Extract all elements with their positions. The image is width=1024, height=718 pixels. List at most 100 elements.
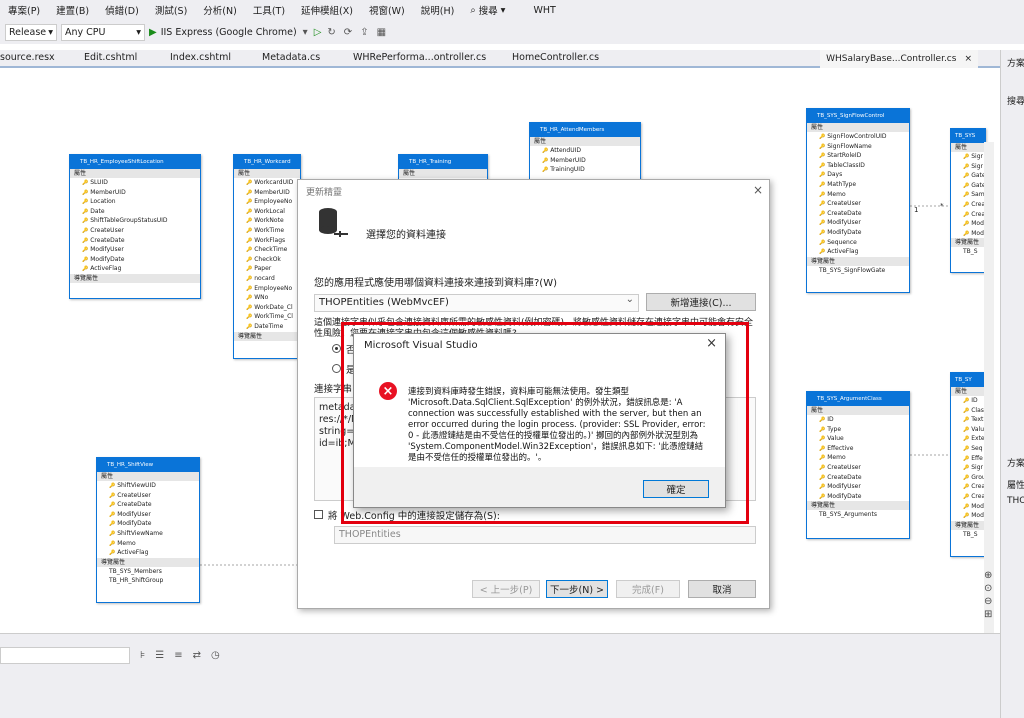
entity-property[interactable]: Sigr [951,152,985,162]
entity-property[interactable]: Sequence [807,238,909,248]
entity-property[interactable]: Memo [97,539,199,549]
menu-analyze[interactable]: 分析(N) [195,3,245,17]
tab-edit-cshtml[interactable]: Edit.cshtml [84,52,137,63]
next-button[interactable]: 下一步(N) > [546,580,608,598]
entity-navigation[interactable]: TB_S [951,530,985,540]
entity-property[interactable]: MemberUID [234,188,300,198]
entity-property[interactable]: ID [807,415,909,425]
list-icon[interactable]: ≡ [174,650,182,661]
new-connection-button[interactable]: 新增連接(C)... [646,293,756,311]
entity-property[interactable]: WorkFlags [234,236,300,246]
entity-navigation[interactable]: TB_SYS_Arguments [807,510,909,520]
entity-employee-shift-location[interactable]: TB_HR_EmployeeShiftLocation 屬性 SLUID Mem… [69,154,201,299]
ok-button[interactable]: 確定 [643,480,709,498]
entity-property[interactable]: CheckTime [234,245,300,255]
entity-argument-class[interactable]: TB_SYS_ArgumentClass 屬性 ID Type Value Ef… [806,391,910,539]
entity-sign-flow-control[interactable]: TB_SYS_SignFlowControl 屬性 SignFlowContro… [806,108,910,293]
entity-property[interactable]: ModifyDate [70,255,200,265]
entity-property[interactable]: ShiftViewName [97,529,199,539]
chevron-down-icon[interactable]: ▾ [301,27,310,38]
entity-property[interactable]: CreateDate [807,473,909,483]
entity-property[interactable]: Effe [951,454,985,464]
entity-property[interactable]: ShiftTableGroupStatusUID [70,216,200,226]
entity-property[interactable]: TrainingUID [530,165,640,175]
entity-attend-members[interactable]: TB_HR_AttendMembers 屬性 AttendUID MemberU… [529,122,641,182]
tab-whreperforma[interactable]: WHRePerforma...ontroller.cs [353,52,486,63]
entity-property[interactable]: ActiveFlag [97,548,199,558]
entity-property[interactable]: ShiftViewUID [97,481,199,491]
connection-name-input[interactable]: THOPEntities [334,526,756,544]
entity-property[interactable]: nocard [234,274,300,284]
entity-property[interactable]: ActiveFlag [807,247,909,257]
close-icon[interactable]: × [706,336,717,351]
entity-property[interactable]: Memo [807,453,909,463]
bottom-filter-input[interactable] [0,646,130,664]
zoom-in-icon[interactable]: ⊕ [984,570,998,581]
entity-property[interactable]: CheckOk [234,255,300,265]
entity-property[interactable]: ModifyUser [70,245,200,255]
entity-property[interactable]: CreateDate [97,500,199,510]
layout-icon[interactable]: ▦ [375,27,388,38]
entity-property[interactable]: ModifyUser [97,510,199,520]
entity-property[interactable]: Seq [951,444,985,454]
entity-property[interactable]: ModifyUser [807,482,909,492]
tab-metadata-cs[interactable]: Metadata.cs [262,52,320,63]
entity-property[interactable]: WorkNote [234,216,300,226]
publish-icon[interactable]: ⇪ [358,27,370,38]
entity-property[interactable]: Mod [951,229,985,239]
entity-property[interactable]: EmployeeNo [234,284,300,294]
entity-property[interactable]: ModifyDate [97,519,199,529]
entity-shift-view[interactable]: TB_HR_ShiftView 屬性 ShiftViewUID CreateUs… [96,457,200,603]
entity-property[interactable]: ModifyDate [807,228,909,238]
save-webconfig-checkbox[interactable] [314,510,323,519]
entity-property[interactable]: Clas [951,406,985,416]
back-button[interactable]: < 上一步(P) [472,580,540,598]
tab-source-resx[interactable]: source.resx [0,52,55,63]
entity-property[interactable]: WorkLocal [234,207,300,217]
entity-property[interactable]: Mod [951,219,985,229]
entity-property[interactable]: SLUID [70,178,200,188]
entity-property[interactable]: Mod [951,511,985,521]
entity-property[interactable]: WorkTime_Cl [234,312,300,322]
start-without-debug-icon[interactable]: ▷ [314,27,322,38]
zoom-100-icon[interactable]: ⊙ [984,583,998,594]
indent-icon[interactable]: ⊧ [140,650,145,661]
close-icon[interactable]: × [753,183,763,197]
entity-property[interactable]: Gate [951,171,985,181]
refresh-icon[interactable]: ⟳ [342,27,354,38]
tab-homecontroller[interactable]: HomeController.cs [512,52,599,63]
entity-property[interactable]: WorkDate_Cl [234,303,300,313]
tab-whsalarybase[interactable]: WHSalaryBase...Controller.cs × [820,50,978,68]
entity-property[interactable]: Exte [951,434,985,444]
entity-property[interactable]: ActiveFlag [70,264,200,274]
entity-property[interactable]: MemberUID [70,188,200,198]
radio-yes[interactable] [332,364,341,373]
entity-property[interactable]: ModifyDate [807,492,909,502]
entity-property[interactable]: StartRoleID [807,151,909,161]
entity-property[interactable]: Gate [951,181,985,191]
config-select[interactable]: Release ▾ [5,23,57,41]
entity-property[interactable]: Effective [807,444,909,454]
panel-search[interactable]: 搜尋 [1007,94,1024,107]
entity-property[interactable]: WorkcardUID [234,178,300,188]
platform-select[interactable]: Any CPU ▾ [61,23,145,41]
clock-icon[interactable]: ◷ [211,650,220,661]
entity-property[interactable]: SignFlowName [807,142,909,152]
menu-help[interactable]: 說明(H) [413,3,463,17]
entity-property[interactable]: CreateUser [807,463,909,473]
menu-extensions[interactable]: 延伸模組(X) [293,3,361,17]
close-icon[interactable]: × [964,54,972,64]
entity-property[interactable]: Mod [951,502,985,512]
entity-property[interactable]: CreateUser [807,199,909,209]
tab-index-cshtml[interactable]: Index.cshtml [170,52,231,63]
entity-property[interactable]: Crea [951,200,985,210]
menu-build[interactable]: 建置(B) [48,3,97,17]
entity-property[interactable]: Crea [951,210,985,220]
entity-property[interactable]: Text [951,415,985,425]
entity-navigation[interactable]: TB_SYS_SignFlowGate [807,266,909,276]
entity-property[interactable]: Valu [951,425,985,435]
zoom-fit-icon[interactable]: ⊞ [984,609,998,620]
entity-property[interactable]: Sam [951,190,985,200]
entity-property[interactable]: TableClassID [807,161,909,171]
entity-property[interactable]: Value [807,434,909,444]
